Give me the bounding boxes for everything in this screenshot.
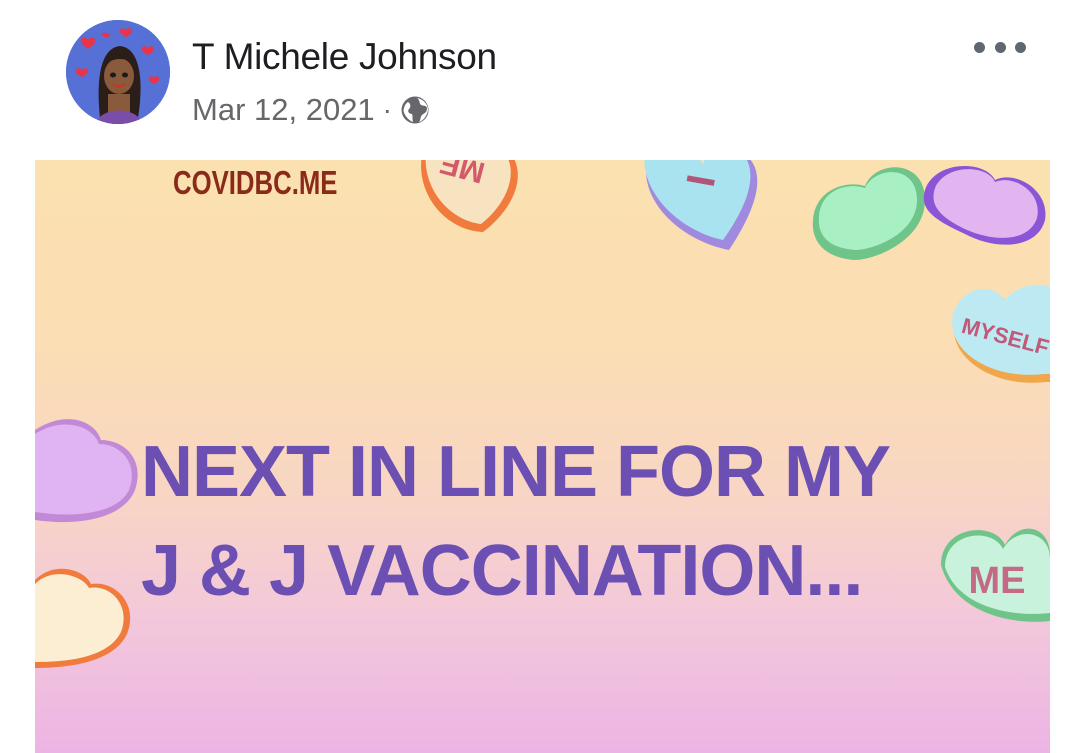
more-dot <box>994 41 1006 53</box>
candy-heart-i: I <box>644 160 758 250</box>
post-date[interactable]: Mar 12, 2021 <box>192 92 375 128</box>
headline: NEXT IN LINE FOR MY J & J VACCINATION... <box>141 423 1021 621</box>
candy-heart-myself: MYSELF <box>952 284 1050 383</box>
headline-line-2: J & J VACCINATION... <box>141 531 863 611</box>
globe-icon[interactable] <box>400 95 430 125</box>
avatar-image <box>66 20 170 124</box>
post-meta: Mar 12, 2021 · <box>192 92 430 128</box>
more-dot <box>974 41 985 53</box>
site-text: COVIDBC.ME <box>173 164 338 201</box>
post-image[interactable]: ME I MYSELF ME COVIDBC.ME NEXT IN LINE F… <box>35 160 1050 753</box>
author-name[interactable]: T Michele Johnson <box>192 36 497 78</box>
post-header: T Michele Johnson Mar 12, 2021 · <box>0 0 1079 160</box>
candy-heart-pair <box>812 166 1046 260</box>
author-avatar[interactable] <box>66 20 170 124</box>
more-dot <box>1015 41 1026 53</box>
candy-heart-purple-left <box>35 419 138 523</box>
headline-line-1: NEXT IN LINE FOR MY <box>141 432 891 512</box>
more-options-icon[interactable] <box>974 34 1026 60</box>
candy-heart-cream-left <box>35 568 131 668</box>
candy-heart-me-top: ME <box>421 160 518 232</box>
meta-separator: · <box>382 94 392 125</box>
